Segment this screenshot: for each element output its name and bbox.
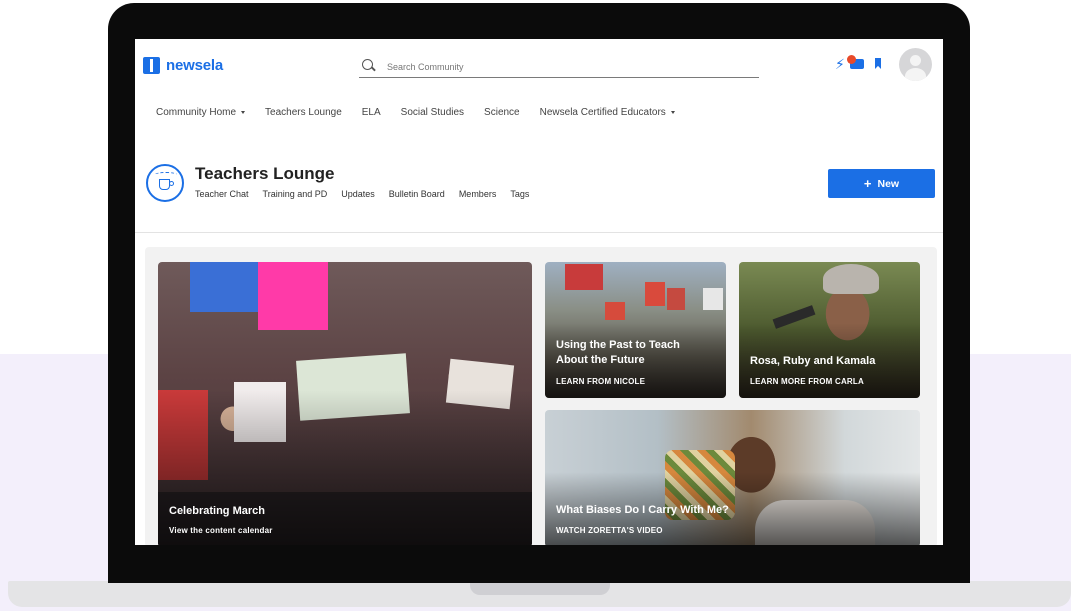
- new-button-label: New: [877, 177, 900, 190]
- newsela-logo[interactable]: newsela: [143, 57, 223, 74]
- new-post-button[interactable]: + New: [828, 169, 935, 198]
- laptop-notch: [470, 581, 610, 595]
- subnav-bulletin-board[interactable]: Bulletin Board: [389, 189, 445, 199]
- photo-shape: [823, 264, 879, 294]
- sign-shape: [645, 282, 665, 306]
- card-subtitle: WATCH ZORETTA'S VIDEO: [556, 526, 663, 535]
- steam-decoration: [155, 172, 177, 177]
- chevron-down-icon: [670, 111, 675, 114]
- nav-item-ela[interactable]: ELA: [362, 107, 381, 118]
- featured-card-rosa-ruby-kamala[interactable]: Rosa, Ruby and Kamala LEARN MORE FROM CA…: [739, 262, 920, 398]
- lightning-icon[interactable]: ⚡︎: [835, 57, 845, 71]
- card-overlay: [158, 390, 532, 545]
- subnav-teacher-chat[interactable]: Teacher Chat: [195, 189, 249, 199]
- featured-card-what-biases[interactable]: What Biases Do I Carry With Me? WATCH ZO…: [545, 410, 920, 545]
- card-subtitle: LEARN FROM NICOLE: [556, 377, 646, 386]
- page-title: Teachers Lounge: [195, 164, 335, 183]
- sign-shape: [565, 264, 603, 290]
- nav-item-community-home[interactable]: Community Home: [156, 107, 246, 118]
- card-title: Using the Past to Teach About the Future: [556, 339, 680, 366]
- nav-item-label: Social Studies: [400, 107, 465, 118]
- group-subnav: Teacher Chat Training and PD Updates Bul…: [195, 189, 543, 199]
- nav-item-label: ELA: [361, 107, 381, 118]
- card-title: Celebrating March: [169, 505, 265, 517]
- laptop-base: [8, 581, 1071, 607]
- nav-item-teachers-lounge[interactable]: Teachers Lounge: [265, 107, 342, 118]
- nav-item-label: Community Home: [156, 107, 237, 118]
- chevron-down-icon: [241, 111, 246, 114]
- community-nav: Community Home Teachers Lounge ELA Socia…: [156, 107, 695, 118]
- subnav-tags[interactable]: Tags: [510, 189, 529, 199]
- notification-badge: [847, 55, 856, 64]
- newsela-logo-icon: [143, 57, 160, 74]
- subnav-members[interactable]: Members: [459, 189, 497, 199]
- featured-card-using-the-past[interactable]: Using the Past to Teach About the Future…: [545, 262, 726, 398]
- subnav-training-and-pd[interactable]: Training and PD: [263, 189, 328, 199]
- nav-item-social-studies[interactable]: Social Studies: [401, 107, 464, 118]
- header-divider: [135, 232, 943, 233]
- sign-shape: [667, 288, 685, 310]
- nav-item-certified-educators[interactable]: Newsela Certified Educators: [540, 107, 675, 118]
- browser-screen: newsela ⚡︎ Community Home Teachers Loung…: [135, 39, 943, 545]
- sign-shape: [258, 262, 328, 330]
- bookmark-icon[interactable]: [875, 58, 881, 69]
- user-avatar[interactable]: [899, 48, 932, 81]
- nav-item-label: Teachers Lounge: [265, 107, 342, 118]
- sign-shape: [703, 288, 723, 310]
- nav-item-label: Science: [484, 107, 520, 118]
- featured-card-celebrating-march[interactable]: Celebrating March View the content calen…: [158, 262, 532, 545]
- logo-text: newsela: [166, 57, 223, 74]
- subnav-updates[interactable]: Updates: [341, 189, 375, 199]
- sign-shape: [605, 302, 625, 320]
- nav-item-science[interactable]: Science: [484, 107, 520, 118]
- cup-handle-shape: [169, 181, 174, 186]
- card-subtitle: View the content calendar: [169, 526, 273, 535]
- search-bar[interactable]: [359, 57, 759, 78]
- search-icon: [362, 59, 373, 70]
- teachers-lounge-logo-icon: [146, 164, 184, 202]
- nav-item-label: Newsela Certified Educators: [539, 107, 666, 118]
- card-subtitle: LEARN MORE FROM CARLA: [750, 377, 864, 386]
- card-title: What Biases Do I Carry With Me?: [556, 504, 729, 516]
- plus-icon: +: [863, 175, 872, 191]
- search-input[interactable]: [385, 57, 749, 77]
- sign-shape: [190, 262, 260, 312]
- card-title: Rosa, Ruby and Kamala: [750, 355, 876, 367]
